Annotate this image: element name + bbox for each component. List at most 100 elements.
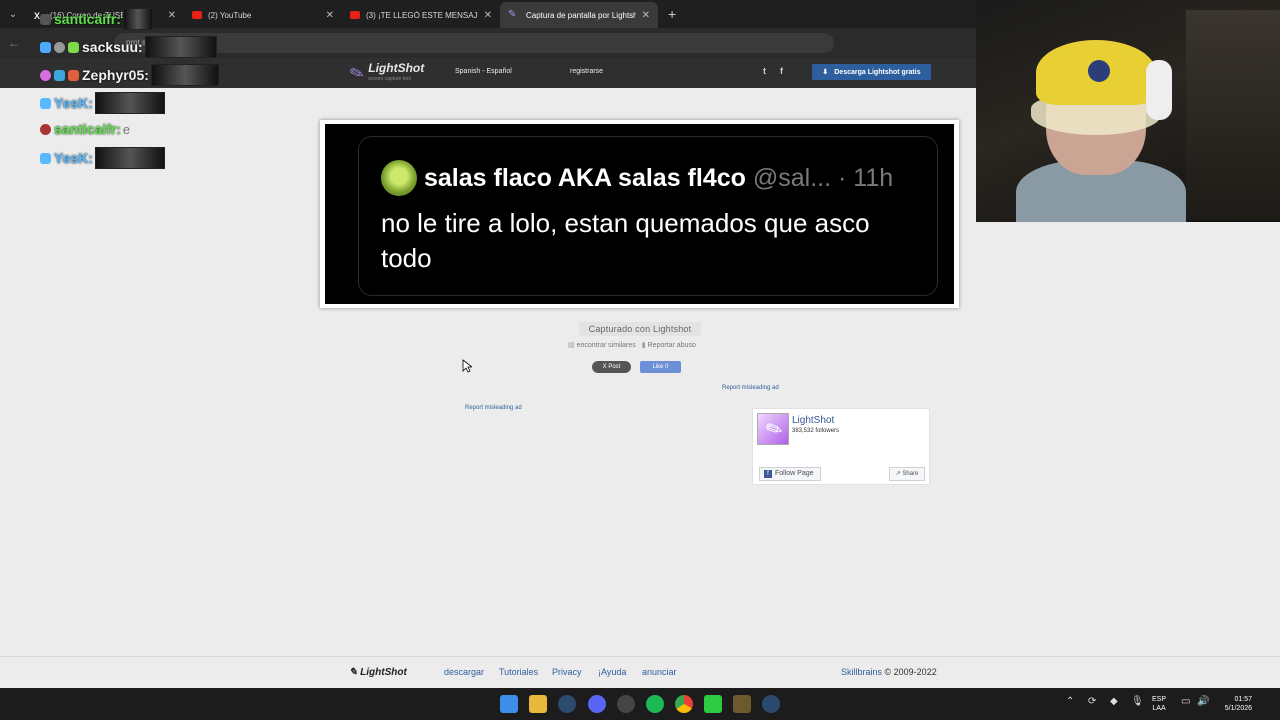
youtube-icon [192, 11, 202, 19]
tray-chevron-icon[interactable]: ⌃ [1066, 696, 1074, 707]
page-footer: ✎ LightShot descargar Tutoriales Privacy… [0, 656, 1280, 688]
chat-badge [40, 69, 51, 81]
kick-icon[interactable] [704, 695, 722, 713]
chat-badge [68, 41, 79, 53]
screenshot-image-frame[interactable]: salas flaco AKA salas fl4co @sal... · 11… [320, 120, 959, 308]
lightshot-feather-icon: ✎ [508, 9, 517, 20]
report-misleading-ad-link[interactable]: Report misleading ad [465, 405, 522, 411]
image-icon: ▤ [568, 342, 575, 349]
volume-icon[interactable]: 🔊 [1197, 696, 1209, 707]
footer-copyright: Skillbrains © 2009-2022 [841, 667, 937, 677]
feather-icon: ✎ [347, 62, 367, 85]
image-actions: ▤ encontrar similares ▮ Reportar abuso [568, 341, 696, 349]
download-button-label: Descarga Lightshot gratis [834, 68, 921, 76]
file-explorer-icon[interactable] [529, 695, 547, 713]
tab-title: (2) YouTube [208, 10, 252, 20]
discord-icon[interactable] [588, 695, 606, 713]
close-tab-icon[interactable]: ✕ [326, 10, 334, 21]
footer-link-download[interactable]: descargar [444, 667, 484, 677]
share-label: Share [902, 471, 919, 477]
share-icon: ↗ [895, 471, 901, 477]
language-select[interactable]: Spanish - Español [455, 68, 512, 75]
follow-page-label: Follow Page [775, 470, 814, 477]
display-icon[interactable]: ▭ [1181, 696, 1190, 707]
logo-subtitle: screen capture tool [368, 76, 411, 82]
microphone-icon[interactable]: 🎙 [1131, 696, 1144, 707]
feather-icon: ✎ [762, 416, 787, 444]
input-language-code: ESP [1152, 696, 1167, 703]
webcam-overlay [976, 0, 1280, 222]
facebook-icon[interactable]: f [780, 66, 783, 76]
minecraft-icon[interactable] [733, 695, 751, 713]
follow-page-button[interactable]: f Follow Page [759, 467, 821, 481]
close-tab-icon[interactable]: ✕ [642, 10, 650, 21]
share-button[interactable]: ↗ Share [889, 467, 925, 481]
spotify-icon[interactable] [646, 695, 664, 713]
chat-badge [40, 123, 51, 135]
tab-search-icon[interactable]: ⌄ [0, 0, 26, 28]
back-arrow-icon[interactable]: ← [8, 36, 24, 50]
steam-icon[interactable] [558, 695, 576, 713]
tweet-author-name: salas flaco AKA salas fl4co [424, 164, 746, 192]
chat-emote [144, 36, 217, 58]
obs-icon[interactable] [617, 695, 635, 713]
headset [1146, 60, 1172, 120]
mouse-cursor-icon [462, 359, 472, 373]
chat-message: sacksuu: [40, 36, 217, 58]
footer-link-advertise[interactable]: anunciar [642, 667, 677, 677]
chat-emote [94, 147, 165, 169]
facebook-like-button[interactable]: Like 0 [640, 361, 681, 373]
screenshot-image: salas flaco AKA salas fl4co @sal... · 11… [325, 124, 954, 304]
youtube-icon [350, 11, 360, 19]
start-icon[interactable] [500, 695, 518, 713]
tweet-header: salas flaco AKA salas fl4co @sal... · 11… [424, 164, 893, 193]
facebook-page-name[interactable]: LightShot [792, 415, 834, 426]
close-tab-icon[interactable]: ✕ [484, 10, 492, 21]
footer-link-tutorials[interactable]: Tutoriales [499, 667, 538, 677]
x-post-button[interactable]: X Post [592, 361, 631, 373]
register-link[interactable]: registrarse [570, 68, 603, 75]
tab-lightshot[interactable]: ✎ Captura de pantalla por Lightshot ✕ [500, 2, 658, 28]
tweet-handle: @sal... · 11h [752, 164, 894, 192]
skillbrains-link[interactable]: Skillbrains [841, 667, 882, 677]
copyright-text: © 2009-2022 [884, 667, 937, 677]
report-misleading-ad-link[interactable]: Report misleading ad [722, 385, 779, 391]
chat-username: santicaifr: [54, 121, 121, 137]
tab-title: (3) ¡TE LLEGÓ ESTE MENSAJE? [366, 10, 478, 20]
download-button[interactable]: ⬇ Descarga Lightshot gratis [812, 64, 931, 80]
steam-icon[interactable] [762, 695, 780, 713]
tab-title: Captura de pantalla por Lightshot [526, 10, 636, 20]
facebook-followers: 383,532 followers [792, 428, 840, 434]
chat-badge [68, 69, 79, 81]
chat-message: YesK: [40, 147, 165, 169]
close-tab-icon[interactable]: ✕ [168, 10, 176, 21]
input-language-layout: LAA [1152, 705, 1166, 712]
chat-username: YesK: [54, 150, 93, 166]
input-language[interactable]: ESP LAA [1152, 695, 1166, 713]
chat-badge [40, 152, 51, 164]
captured-with-label: Capturado con Lightshot [579, 322, 701, 336]
tweet-avatar [381, 160, 417, 196]
tray-shield-icon[interactable]: ◆ [1110, 696, 1118, 707]
chat-emote [150, 64, 219, 86]
new-tab-button[interactable]: + [668, 6, 676, 22]
footer-logo[interactable]: ✎ LightShot [349, 667, 407, 678]
chrome-icon[interactable] [675, 695, 693, 713]
chat-badge [54, 41, 65, 53]
url-field[interactable]: prnt.sc/Ufp... [114, 33, 834, 53]
system-clock[interactable]: 01:57 5/1/2026 [1212, 695, 1252, 713]
twitter-icon[interactable]: t [763, 66, 766, 76]
chat-username: Zephyr05: [82, 67, 149, 83]
tab-youtube[interactable]: (2) YouTube ✕ [184, 2, 342, 28]
footer-link-privacy[interactable]: Privacy [552, 667, 582, 677]
logo-text: LightShot [368, 61, 425, 75]
tray-sync-icon[interactable]: ⟳ [1088, 696, 1096, 707]
chat-badge [40, 13, 51, 25]
chat-message-text: e [122, 121, 131, 137]
lightshot-logo[interactable]: ✎ LightShot screen capture tool [347, 61, 425, 85]
tab-youtube-2[interactable]: (3) ¡TE LLEGÓ ESTE MENSAJE? ✕ [342, 2, 500, 28]
find-similar-link[interactable]: ▤ encontrar similares [568, 341, 636, 349]
footer-link-help[interactable]: ¡Ayuda [598, 667, 626, 677]
report-abuse-link[interactable]: ▮ Reportar abuso [642, 341, 696, 349]
lightshot-page-thumbnail[interactable]: ✎ [757, 413, 789, 445]
